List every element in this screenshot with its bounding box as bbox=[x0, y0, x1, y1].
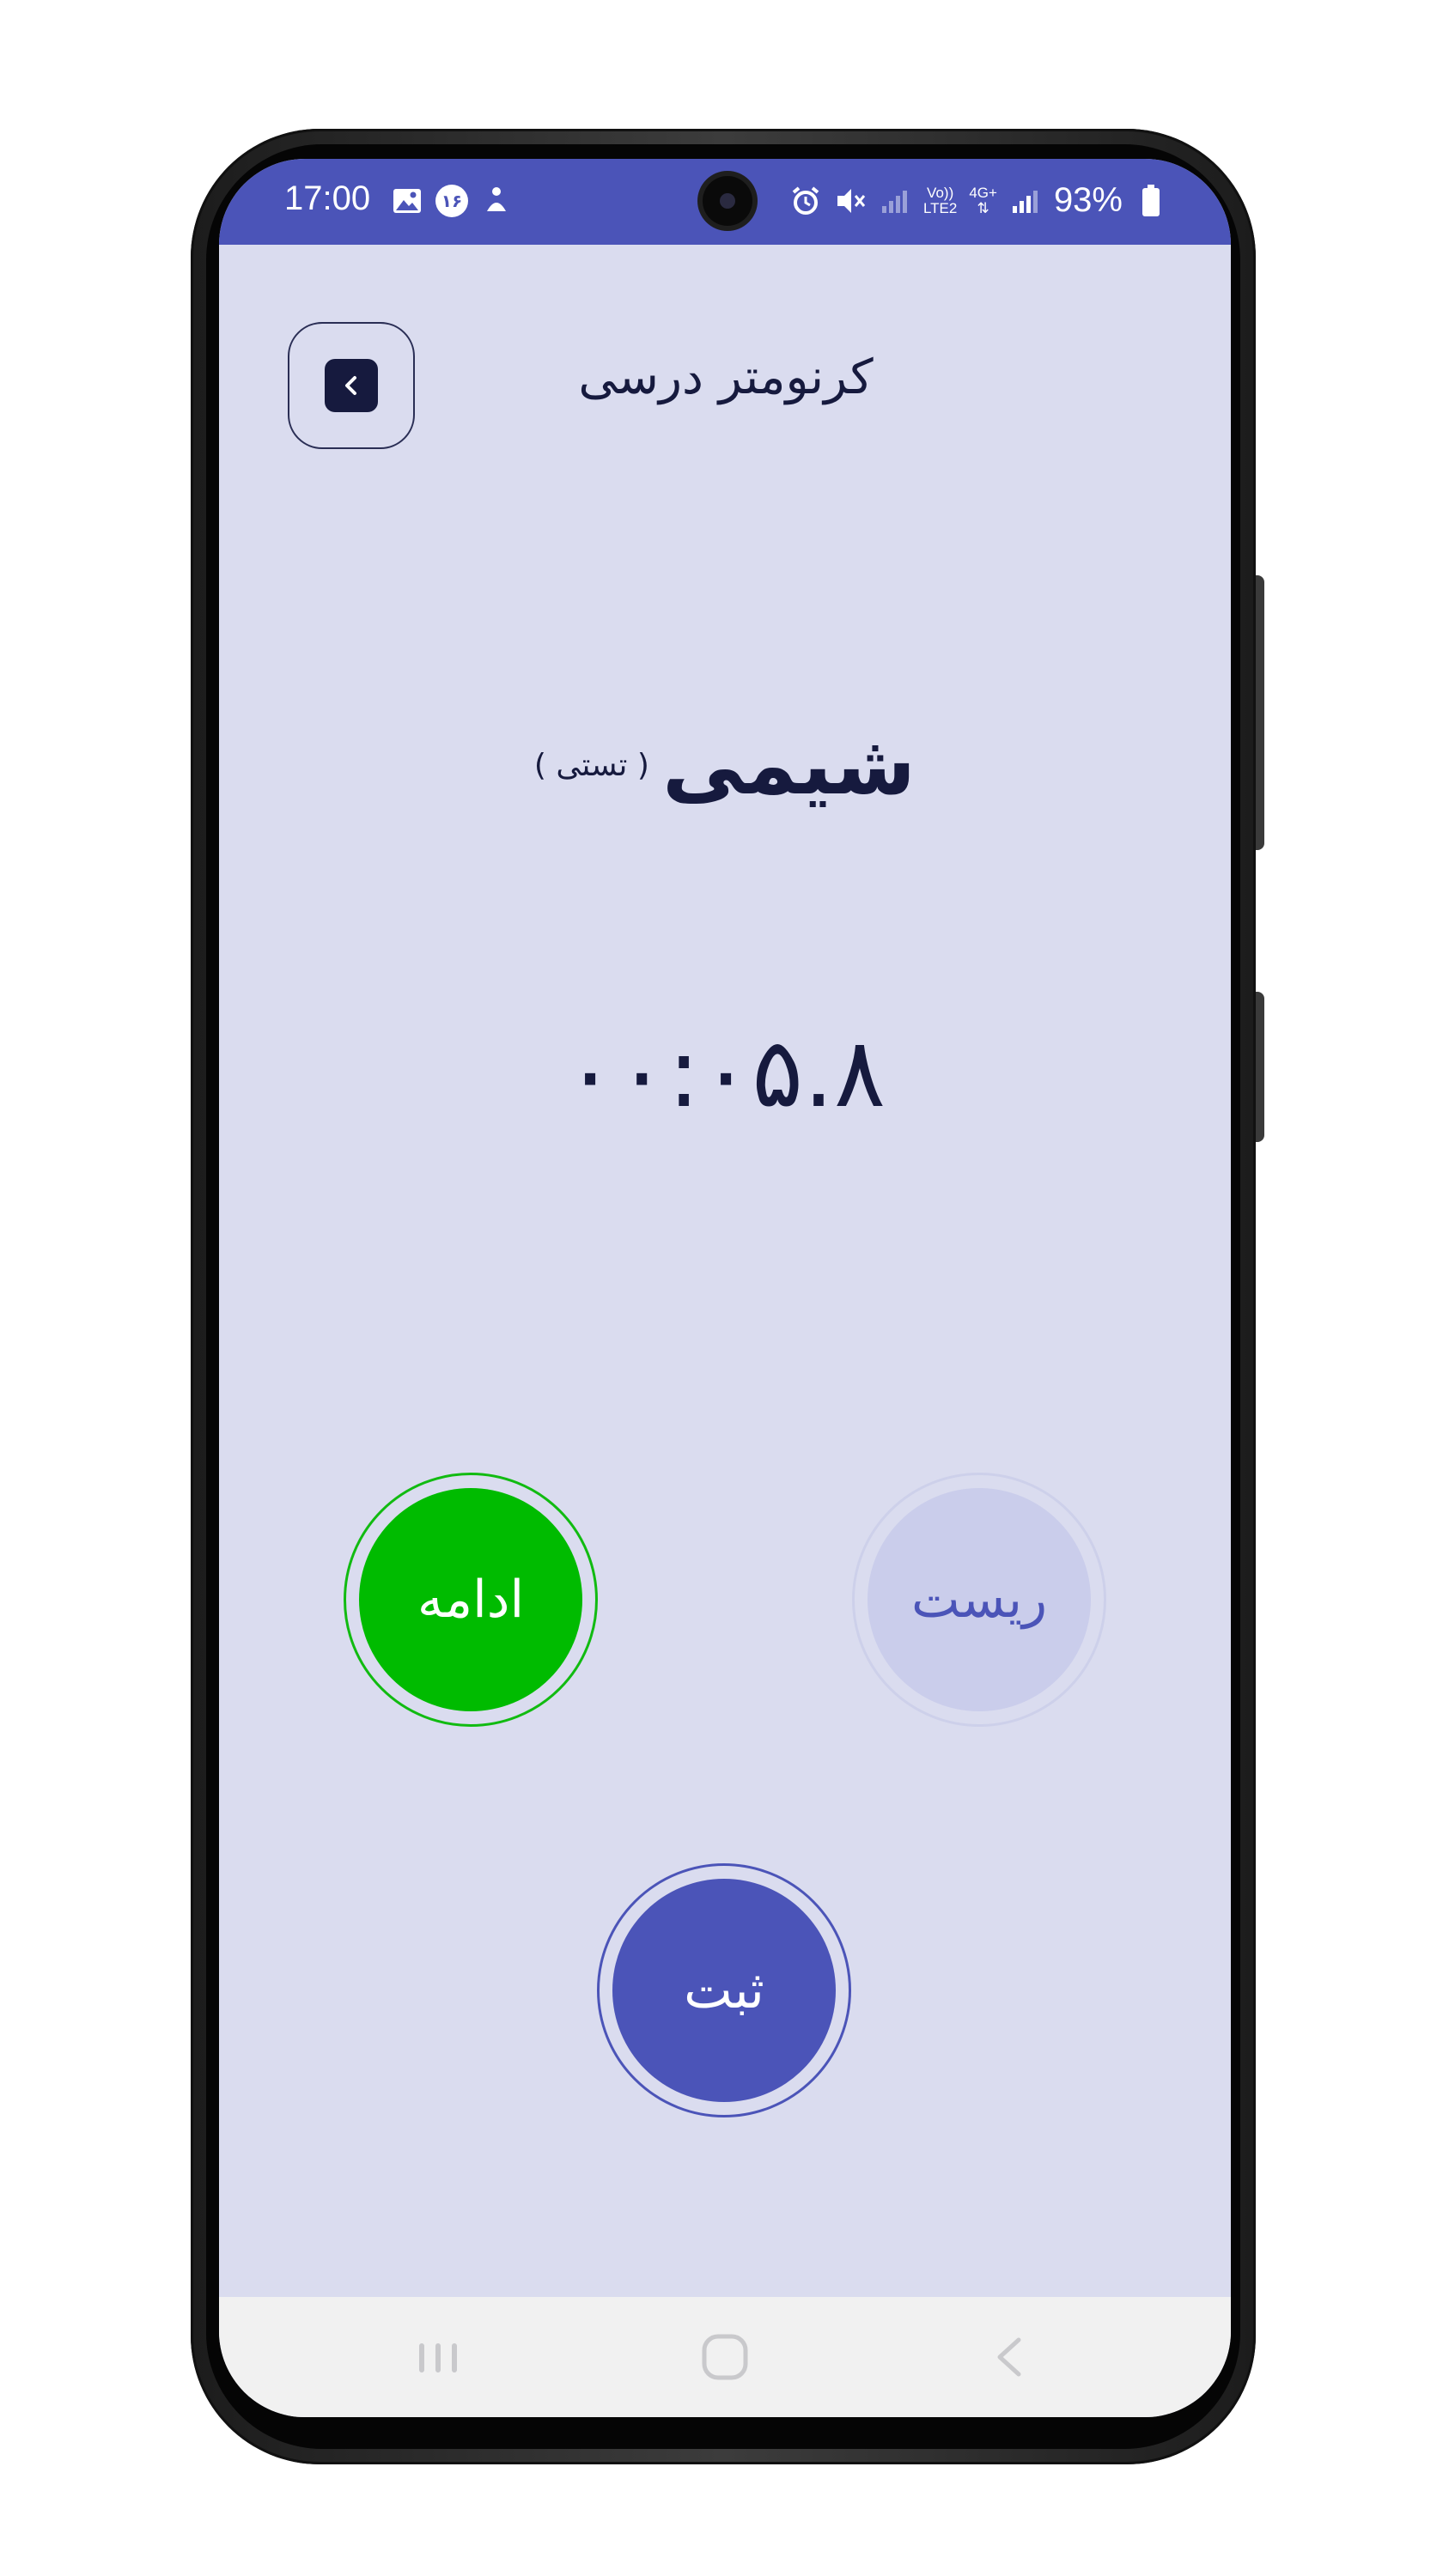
volte-bottom-label: LTE2 bbox=[922, 199, 958, 216]
network-type-label: 4G+ bbox=[969, 184, 997, 201]
system-nav-bar bbox=[219, 2297, 1231, 2417]
continue-button[interactable]: ادامه bbox=[344, 1473, 598, 1727]
alarm-icon bbox=[789, 185, 822, 217]
mute-icon bbox=[834, 185, 867, 217]
device-stage: 17:00 ۱۶ Vo)) LTE2 4G+ ⇅ 93% کرنومتر درس… bbox=[0, 0, 1449, 2576]
subject-type: ( تستی ) bbox=[533, 747, 649, 783]
reset-button-label: ریست bbox=[868, 1488, 1091, 1711]
save-button[interactable]: ثبت bbox=[597, 1863, 851, 2117]
back-button[interactable] bbox=[288, 322, 415, 449]
page-title: کرنومتر درسی bbox=[578, 349, 874, 405]
volte-indicator: Vo)) LTE2 bbox=[923, 185, 957, 216]
network-type-indicator: 4G+ ⇅ bbox=[969, 185, 997, 216]
notification-count-badge: ۱۶ bbox=[435, 185, 468, 217]
reset-button[interactable]: ریست bbox=[852, 1473, 1106, 1727]
back-icon[interactable] bbox=[975, 2323, 1044, 2391]
subject-row: شیمی ( تستی ) bbox=[219, 717, 1231, 813]
signal-icon-2 bbox=[1009, 185, 1042, 217]
battery-icon bbox=[1135, 184, 1167, 217]
subject-name: شیمی bbox=[662, 717, 916, 813]
home-icon[interactable] bbox=[691, 2323, 759, 2391]
battery-percent: 93% bbox=[1053, 181, 1123, 219]
front-camera bbox=[703, 176, 752, 226]
status-right-icons: Vo)) LTE2 4G+ ⇅ 93% bbox=[789, 181, 1167, 220]
volte-top-label: Vo)) bbox=[927, 184, 954, 201]
notification-icons: ۱۶ bbox=[391, 185, 513, 217]
app-screen: 17:00 ۱۶ Vo)) LTE2 4G+ ⇅ 93% کرنومتر درس… bbox=[219, 159, 1231, 2417]
stopwatch-display: ۰۰:۰۵.۸ bbox=[563, 1018, 886, 1129]
save-button-label: ثبت bbox=[612, 1879, 836, 2102]
signal-icon bbox=[879, 185, 911, 217]
app-notification-icon bbox=[480, 185, 513, 217]
status-bar: 17:00 ۱۶ Vo)) LTE2 4G+ ⇅ 93% bbox=[219, 159, 1231, 245]
continue-button-label: ادامه bbox=[359, 1488, 582, 1711]
status-time: 17:00 bbox=[284, 179, 371, 217]
chevron-left-icon bbox=[325, 359, 378, 412]
data-arrows-icon: ⇅ bbox=[977, 199, 989, 216]
recents-icon[interactable] bbox=[404, 2323, 472, 2391]
gallery-icon bbox=[391, 185, 423, 217]
